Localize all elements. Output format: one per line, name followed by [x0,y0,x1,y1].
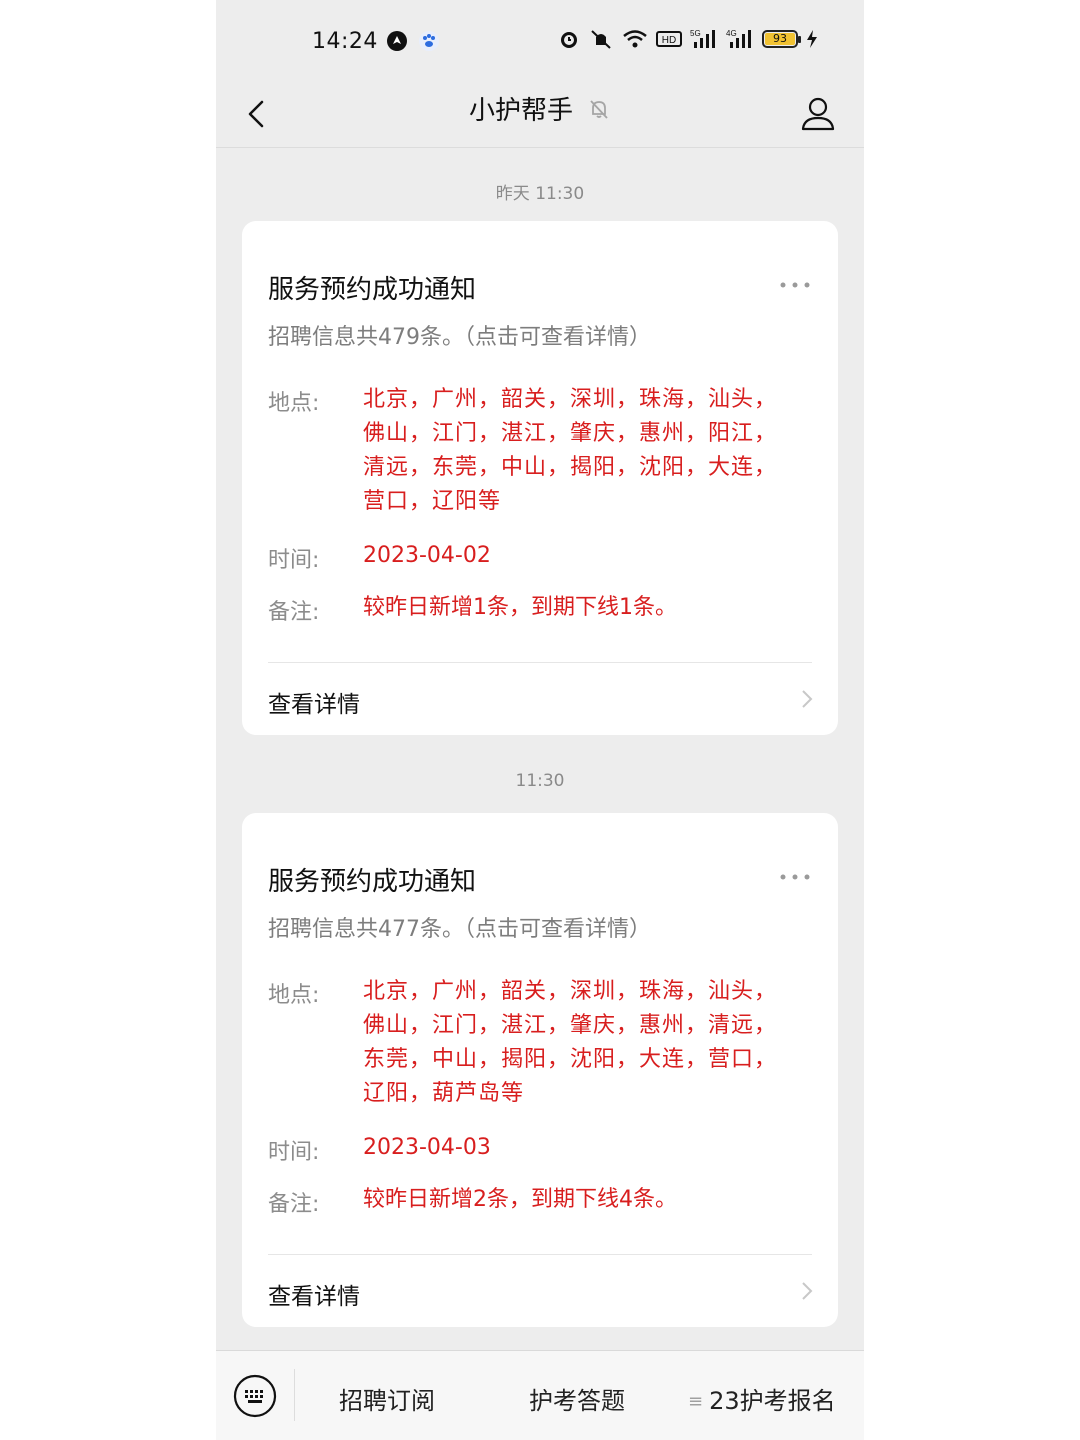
location-label: 地点: [268,391,320,416]
location-line: 北京，广州，韶关，深圳，珠海，汕头， [363,979,778,1004]
location-line: 北京，广州，韶关，深圳，珠海，汕头， [363,387,778,412]
message-timestamp: 昨天 11:30 [495,184,585,204]
profile-icon[interactable] [794,90,842,138]
location-line: 清远，东莞，中山，揭阳，沈阳，大连， [363,455,778,480]
notification-card[interactable]: 服务预约成功通知 招聘信息共479条。（点击可查看详情） 地点: 北京，广州，韶… [242,221,838,735]
location-line: 佛山，江门，湛江，肇庆，惠州，清远， [363,1013,778,1038]
phone-screen: 14:24 HD 5G 4G 93 小护帮手 昨天 11:30 服务预约成功通知… [216,0,864,1440]
note-value: 较昨日新增2条，到期下线4条。 [363,1187,677,1212]
card-title: 服务预约成功通知 [268,275,477,305]
nav-title-group: 小护帮手 [216,90,864,127]
location-line: 营口，辽阳等 [363,489,502,514]
status-time: 14:24 [312,29,378,54]
notification-card[interactable]: 服务预约成功通知 招聘信息共477条。（点击可查看详情） 地点: 北京，广州，韶… [242,813,838,1327]
card-divider [268,1254,812,1255]
location-line: 佛山，江门，湛江，肇庆，惠州，阳江， [363,421,778,446]
alarm-icon [561,32,577,48]
menu-exam-registration-label: 23护考报名 [709,1387,836,1415]
card-title: 服务预约成功通知 [268,867,477,897]
menu-exam-questions[interactable]: 护考答题 [502,1381,652,1416]
signal-5g-icon: 5G [690,29,715,48]
bottom-bar-separator [294,1369,295,1421]
wifi-icon [623,30,647,48]
location-line: 辽阳，葫芦岛等 [363,1081,525,1106]
status-bar: 14:24 HD 5G 4G 93 [216,0,864,80]
chevron-right-icon [802,1282,813,1300]
location-value: 北京，广州，韶关，深圳，珠海，汕头， 佛山，江门，湛江，肇庆，惠州，阳江， 清远… [363,383,808,519]
location-value: 北京，广州，韶关，深圳，珠海，汕头， 佛山，江门，湛江，肇庆，惠州，清远， 东莞… [363,975,808,1111]
message-timestamp: 11:30 [515,771,565,791]
status-icons: HD 5G 4G 93 [558,28,818,50]
note-value: 较昨日新增1条，到期下线1条。 [363,595,677,620]
charging-icon [807,30,817,48]
menu-exam-registration[interactable]: ≡ 23护考报名 [688,1381,864,1416]
card-subtitle: 招聘信息共479条。（点击可查看详情） [268,325,651,350]
chevron-right-icon [802,690,813,708]
view-details-link[interactable]: 查看详情 [268,1277,360,1311]
baidu-paw-icon [419,31,439,51]
svg-text:5G: 5G [690,29,701,38]
submenu-lines-icon: ≡ [688,1391,704,1412]
card-subtitle: 招聘信息共477条。（点击可查看详情） [268,917,651,942]
bottom-menu-bar: 招聘订阅 护考答题 ≡ 23护考报名 [216,1350,864,1440]
app-notification-icon [387,31,407,51]
signal-4g-icon: 4G [726,29,751,48]
time-label: 时间: [268,1140,320,1165]
note-label: 备注: [268,1192,320,1217]
bell-muted-icon [590,99,608,119]
location-label: 地点: [268,983,320,1008]
battery-level: 93 [765,33,795,45]
time-value: 2023-04-03 [363,1135,491,1160]
keyboard-icon[interactable] [232,1373,278,1419]
svg-text:HD: HD [662,35,676,46]
menu-recruitment-subscription[interactable]: 招聘订阅 [312,1381,462,1416]
nav-title: 小护帮手 [468,96,573,126]
location-line: 东莞，中山，揭阳，沈阳，大连，营口， [363,1047,778,1072]
time-label: 时间: [268,548,320,573]
more-options-icon[interactable] [778,871,812,883]
svg-text:4G: 4G [726,29,737,38]
time-value: 2023-04-02 [363,543,491,568]
card-divider [268,662,812,663]
mute-icon [591,30,611,49]
view-details-link[interactable]: 查看详情 [268,685,360,719]
nav-bar: 小护帮手 [216,80,864,148]
note-label: 备注: [268,600,320,625]
more-options-icon[interactable] [778,279,812,291]
battery-icon: 93 [762,30,801,48]
hd-icon: HD [656,31,682,47]
